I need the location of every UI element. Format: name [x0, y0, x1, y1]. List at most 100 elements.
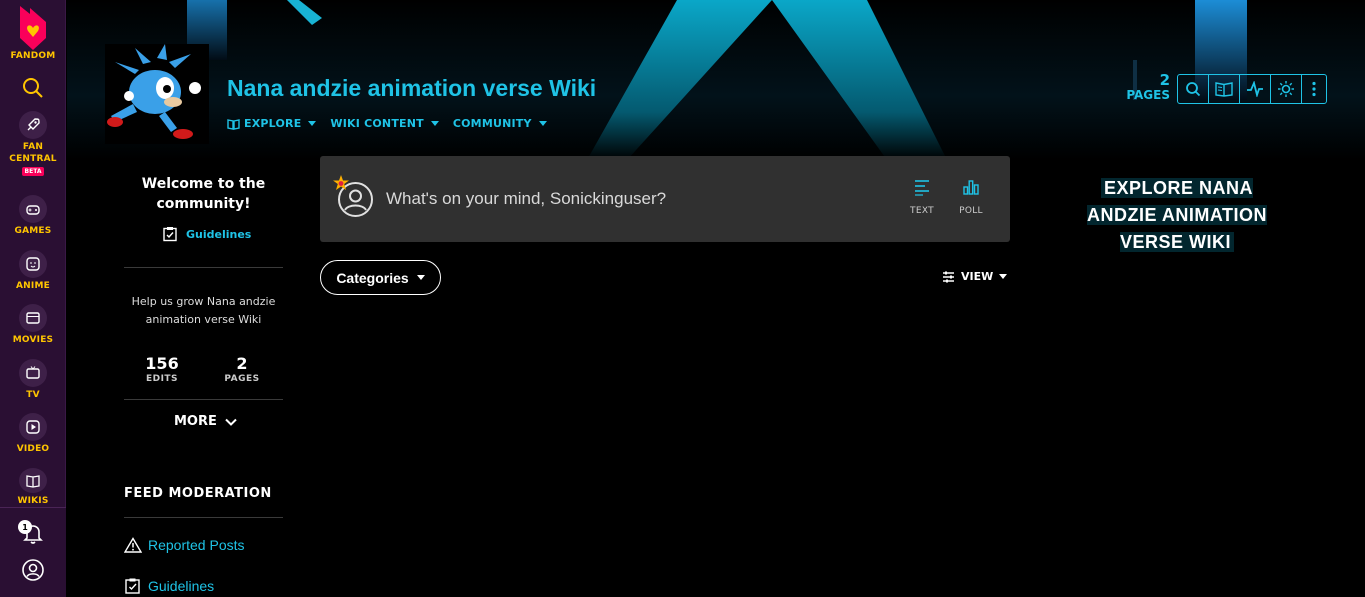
- wiki-nav-community[interactable]: COMMUNITY: [453, 117, 547, 130]
- nav-item-video[interactable]: VIDEO: [0, 413, 66, 455]
- categories-label: Categories: [336, 269, 409, 286]
- book-icon: [19, 468, 47, 493]
- chevron-down-icon: [308, 121, 317, 126]
- wiki-nav-label: EXPLORE: [244, 117, 302, 130]
- nav-item-label: ANIME: [16, 281, 50, 291]
- sun-icon: [1278, 81, 1294, 97]
- wiki-nav-label: WIKI CONTENT: [330, 117, 424, 130]
- fandom-global-nav: FANDOM FAN CENTRAL BETA GAMES ANIME MOVIE…: [0, 0, 66, 597]
- wiki-pages-counter: 2 PAGES: [1118, 72, 1170, 102]
- view-options-button[interactable]: VIEW: [942, 270, 1008, 283]
- nav-item-label: FAN CENTRAL: [9, 142, 57, 164]
- guidelines-link[interactable]: Guidelines: [162, 226, 251, 242]
- play-icon: [19, 413, 47, 441]
- help-grow-text: Help us grow Nana andzie animation verse…: [131, 295, 276, 326]
- nav-item-label: MOVIES: [12, 335, 54, 345]
- moderation-guidelines-link[interactable]: Guidelines: [124, 577, 214, 594]
- fandom-logo-link[interactable]: FANDOM: [0, 4, 66, 62]
- gamepad-icon: [19, 195, 47, 223]
- wiki-nav-wiki-content[interactable]: WIKI CONTENT: [330, 117, 439, 130]
- beta-badge: BETA: [21, 167, 45, 176]
- moderation-guidelines-label: Guidelines: [148, 577, 215, 594]
- text-post-button[interactable]: TEXT: [902, 178, 942, 216]
- explore-wiki-title: EXPLORE NANA ANDZIE ANIMATION VERSE WIKI: [1087, 178, 1267, 252]
- theme-toggle-button[interactable]: [1271, 75, 1302, 103]
- poll-post-label: POLL: [959, 206, 983, 216]
- divider: [124, 399, 283, 400]
- recent-changes-button[interactable]: [1240, 75, 1271, 103]
- nav-item-movies[interactable]: MOVIES: [0, 304, 66, 346]
- nav-item-label: VIDEO: [16, 444, 50, 454]
- notification-count-badge: 1: [18, 520, 32, 534]
- divider: [124, 267, 283, 268]
- reported-posts-label: Reported Posts: [148, 537, 245, 553]
- pages-label: PAGES: [224, 374, 260, 384]
- explore-icon: [227, 118, 240, 130]
- nav-item-wikis[interactable]: WIKIS: [0, 468, 66, 507]
- search-icon: [23, 78, 43, 98]
- wiki-nav-explore[interactable]: EXPLORE: [227, 117, 317, 130]
- rocket-icon: [19, 111, 47, 139]
- edits-stat: 156 EDITS: [132, 354, 192, 384]
- nav-item-games[interactable]: GAMES: [0, 195, 66, 237]
- categories-dropdown[interactable]: Categories: [320, 260, 441, 295]
- wiki-logo[interactable]: [105, 44, 209, 144]
- explore-wiki-heading: EXPLORE NANA ANDZIE ANIMATION VERSE WIKI: [1066, 175, 1288, 256]
- composer-placeholder[interactable]: What's on your mind, Sonickinguser?: [386, 189, 666, 209]
- wiki-search-button[interactable]: [1178, 75, 1209, 103]
- anime-face-icon: [19, 250, 47, 278]
- user-menu-button[interactable]: [21, 558, 45, 586]
- more-button[interactable]: MORE: [174, 414, 237, 429]
- checklist-icon: [163, 227, 177, 242]
- bar-chart-icon: [963, 180, 979, 195]
- chevron-down-icon: [430, 121, 439, 126]
- random-page-button[interactable]: [1209, 75, 1240, 103]
- text-lines-icon: [915, 180, 929, 196]
- divider: [124, 517, 283, 518]
- global-nav-user-area: 1: [0, 507, 66, 597]
- nav-item-tv[interactable]: TV: [0, 359, 66, 401]
- more-label: MORE: [174, 414, 217, 429]
- user-avatar-icon: [22, 559, 44, 581]
- clapperboard-icon: [19, 304, 47, 332]
- chevron-down-icon: [416, 275, 425, 280]
- wiki-title[interactable]: Nana andzie animation verse Wiki: [227, 75, 596, 102]
- global-search-button[interactable]: [0, 76, 66, 100]
- nav-item-fan-central[interactable]: FAN CENTRAL BETA: [0, 111, 66, 176]
- guidelines-link-label: Guidelines: [186, 227, 252, 241]
- checklist-icon: [125, 578, 140, 594]
- poll-post-button[interactable]: POLL: [951, 178, 991, 216]
- kebab-menu-icon: [1312, 81, 1316, 97]
- chevron-down-icon: [538, 121, 547, 126]
- fandom-label: FANDOM: [10, 51, 56, 61]
- reported-posts-link[interactable]: Reported Posts: [124, 537, 245, 553]
- pages-stat: 2 PAGES: [212, 354, 272, 384]
- pages-count-value: 2: [1159, 71, 1170, 89]
- wiki-local-nav: EXPLORE WIKI CONTENT COMMUNITY: [227, 117, 547, 130]
- feed-moderation-heading: FEED MODERATION: [124, 486, 272, 501]
- nav-item-label: WIKIS: [17, 496, 49, 506]
- view-label: VIEW: [961, 270, 994, 283]
- chevron-down-icon: [225, 418, 237, 426]
- pages-count-label: PAGES: [1126, 88, 1170, 102]
- more-tools-button[interactable]: [1302, 75, 1326, 103]
- warning-icon: [124, 537, 142, 553]
- book-open-icon: [1215, 82, 1233, 97]
- fandom-logo-icon: [20, 6, 46, 50]
- pages-count: 2: [236, 354, 248, 373]
- search-icon: [1186, 82, 1201, 97]
- chevron-down-icon: [999, 274, 1008, 279]
- post-composer[interactable]: What's on your mind, Sonickinguser? TEXT…: [320, 156, 1010, 242]
- nav-item-label: GAMES: [14, 226, 52, 236]
- nav-item-anime[interactable]: ANIME: [0, 250, 66, 292]
- filter-sliders-icon: [943, 271, 954, 282]
- edits-count: 156: [145, 354, 179, 373]
- wiki-nav-label: COMMUNITY: [452, 117, 532, 130]
- nav-item-label: TV: [26, 390, 40, 400]
- tv-icon: [19, 359, 47, 387]
- welcome-heading: Welcome to the community!: [141, 176, 266, 212]
- wiki-tools: [1177, 74, 1327, 104]
- edits-label: EDITS: [145, 374, 179, 384]
- badge-star-icon: [333, 175, 349, 190]
- activity-icon: [1247, 81, 1263, 97]
